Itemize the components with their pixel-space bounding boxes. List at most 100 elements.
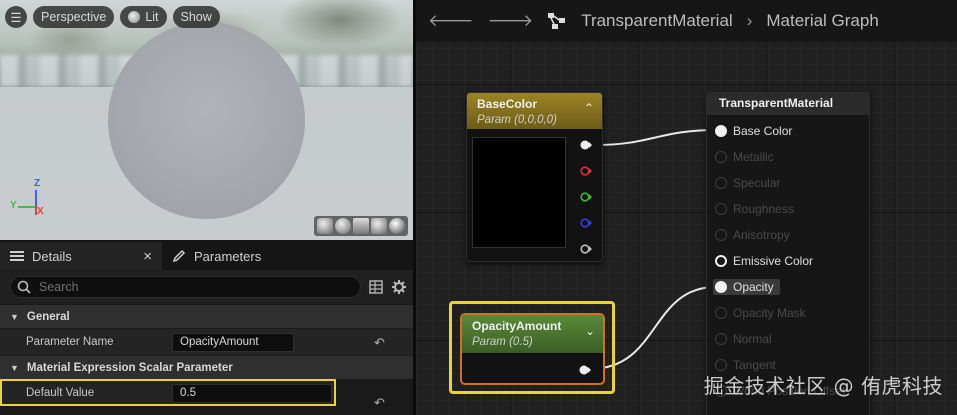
search-input[interactable]: Search — [10, 276, 361, 298]
node-title: TransparentMaterial — [719, 96, 834, 110]
y-axis-label: Y — [10, 200, 17, 211]
node-basecolor[interactable]: BaseColor Param (0,0,0,0) ⌃ — [466, 92, 603, 262]
pin-b-icon[interactable] — [580, 218, 592, 228]
property-label: Parameter Name — [26, 336, 114, 348]
color-swatch — [472, 137, 566, 248]
lit-sphere-icon — [128, 11, 141, 23]
node-opacityamount[interactable]: OpacityAmount Param (0.5) ⌄ — [460, 313, 605, 385]
details-panel: Details × Parameters Search ▼ General Pa… — [0, 242, 413, 415]
breadcrumb-asset[interactable]: TransparentMaterial — [581, 11, 733, 31]
z-axis-line — [35, 190, 37, 206]
reset-icon[interactable]: ↶ — [374, 395, 385, 411]
pin-base-color[interactable]: Base Color — [715, 123, 792, 139]
pin-label: Roughness — [733, 202, 794, 216]
pin-circle-icon — [715, 333, 727, 345]
graph-icon — [548, 13, 566, 29]
node-title: BaseColor — [477, 97, 538, 111]
property-label: Default Value — [26, 387, 95, 399]
node-material-output[interactable]: TransparentMaterial Base Color Metallic … — [706, 92, 870, 415]
breadcrumb-graph[interactable]: Material Graph — [766, 11, 878, 31]
close-icon[interactable]: × — [143, 248, 152, 265]
pin-r-icon[interactable] — [580, 166, 592, 176]
tab-parameters[interactable]: Parameters — [162, 242, 271, 270]
pin-label: Metallic — [733, 150, 774, 164]
pin-value-icon[interactable] — [579, 365, 591, 375]
cube-icon[interactable] — [371, 218, 387, 234]
pin-circle-icon — [715, 229, 727, 241]
forward-arrow-icon[interactable]: 🡒 — [488, 11, 534, 31]
sphere-icon[interactable] — [335, 218, 351, 234]
pin-circle-icon — [715, 177, 727, 189]
chevron-down-icon[interactable]: ⌄ — [585, 324, 595, 338]
chevron-down-icon: ▼ — [10, 311, 19, 322]
gear-icon[interactable] — [391, 279, 407, 295]
property-row-default-value: Default Value 0.5 — [0, 379, 336, 406]
list-icon — [10, 251, 24, 261]
node-subtitle: Param (0,0,0,0) — [477, 114, 557, 126]
preview-shape-buttons — [314, 216, 408, 236]
perspective-label: Perspective — [41, 10, 107, 24]
node-header[interactable]: TransparentMaterial — [707, 93, 869, 115]
x-axis-label: X — [37, 206, 44, 217]
pin-opacity-mask[interactable]: Opacity Mask — [715, 305, 806, 321]
perspective-button[interactable]: Perspective — [33, 6, 115, 28]
pin-label: Anisotropy — [733, 228, 790, 242]
pin-circle-icon — [715, 255, 727, 267]
viewport-toolbar: ☰ Perspective Lit Show — [5, 6, 220, 28]
teapot-icon[interactable] — [389, 218, 405, 234]
pin-metallic[interactable]: Metallic — [715, 149, 774, 165]
section-scalar-title: Material Expression Scalar Parameter — [26, 361, 233, 374]
pin-normal[interactable]: Normal — [715, 331, 772, 347]
node-header[interactable]: OpacityAmount Param (0.5) ⌄ — [462, 315, 603, 353]
pin-circle-icon — [715, 125, 727, 137]
pin-label: Emissive Color — [733, 254, 814, 268]
preview-sphere — [108, 22, 305, 219]
breadcrumb-separator: › — [746, 11, 753, 30]
search-placeholder: Search — [39, 280, 79, 294]
table-view-icon[interactable] — [369, 280, 383, 294]
pin-emissive-color[interactable]: Emissive Color — [715, 253, 813, 269]
lit-button[interactable]: Lit — [120, 6, 167, 28]
cylinder-icon[interactable] — [317, 218, 333, 234]
pin-label: Normal — [733, 332, 772, 346]
pin-label: Opacity — [733, 280, 774, 294]
pin-circle-icon — [715, 281, 727, 293]
hamburger-icon: ☰ — [10, 10, 22, 25]
z-axis-label: Z — [34, 178, 41, 189]
details-tabs: Details × Parameters — [0, 242, 413, 270]
reset-icon[interactable]: ↶ — [374, 335, 385, 351]
pin-rgba-icon[interactable] — [580, 140, 592, 150]
show-label: Show — [180, 10, 212, 24]
search-row: Search — [0, 270, 413, 304]
pin-anisotropy[interactable]: Anisotropy — [715, 227, 790, 243]
parameter-name-field[interactable]: OpacityAmount — [172, 332, 294, 352]
y-axis-line — [18, 206, 35, 208]
show-button[interactable]: Show — [172, 6, 220, 28]
back-arrow-icon[interactable]: 🡐 — [428, 11, 474, 31]
pin-circle-icon — [715, 203, 727, 215]
material-preview-viewport[interactable]: ☰ Perspective Lit Show Z X Y — [0, 0, 413, 240]
section-general-title: General — [26, 310, 70, 323]
pin-label: Opacity Mask — [733, 306, 806, 320]
pin-roughness[interactable]: Roughness — [715, 201, 794, 217]
chevron-up-icon[interactable]: ⌃ — [584, 101, 594, 115]
property-row-parameter-name: Parameter Name OpacityAmount ↶ — [0, 328, 413, 355]
pin-specular[interactable]: Specular — [715, 175, 780, 191]
watermark-text: 掘金技术社区 @ 侑虎科技 — [703, 374, 943, 398]
node-header[interactable]: BaseColor Param (0,0,0,0) ⌃ — [467, 93, 602, 129]
pin-circle-icon — [715, 151, 727, 163]
tab-parameters-label: Parameters — [194, 248, 262, 264]
pin-a-icon[interactable] — [580, 244, 592, 254]
tab-details-label: Details — [32, 248, 72, 264]
node-subtitle: Param (0.5) — [472, 336, 533, 348]
pin-label: Base Color — [733, 124, 793, 138]
pin-g-icon[interactable] — [580, 192, 592, 202]
lit-label: Lit — [145, 10, 159, 24]
plane-icon[interactable] — [353, 218, 369, 234]
viewport-menu-button[interactable]: ☰ — [5, 6, 27, 28]
default-value-field[interactable]: 0.5 — [172, 383, 332, 403]
pin-opacity[interactable]: Opacity — [713, 279, 780, 295]
tab-details[interactable]: Details × — [0, 242, 162, 270]
section-general[interactable]: ▼ General — [0, 304, 413, 328]
section-scalar-parameter[interactable]: ▼ Material Expression Scalar Parameter — [0, 355, 413, 379]
